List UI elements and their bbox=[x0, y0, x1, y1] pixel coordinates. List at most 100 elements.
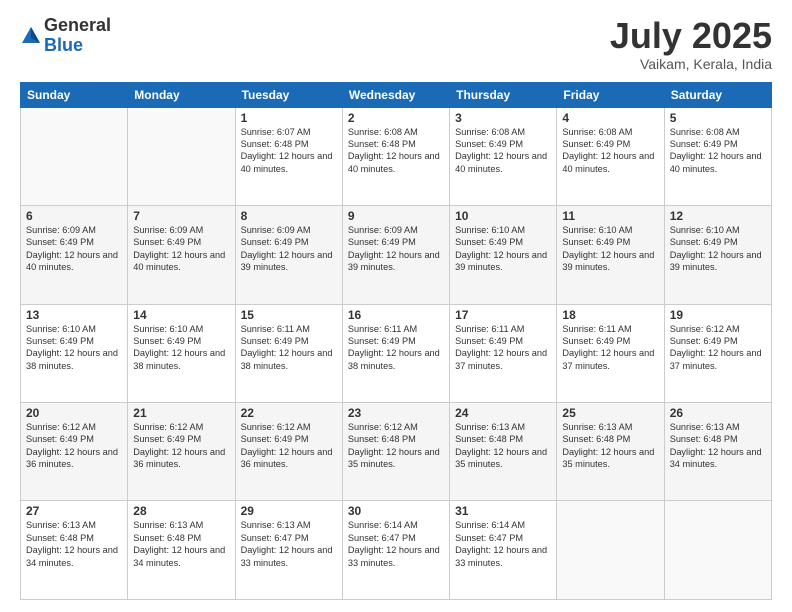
day-info: Sunrise: 6:09 AM Sunset: 6:49 PM Dayligh… bbox=[26, 224, 122, 274]
calendar-cell: 4Sunrise: 6:08 AM Sunset: 6:49 PM Daylig… bbox=[557, 107, 664, 205]
calendar-cell: 18Sunrise: 6:11 AM Sunset: 6:49 PM Dayli… bbox=[557, 304, 664, 402]
calendar-cell: 26Sunrise: 6:13 AM Sunset: 6:48 PM Dayli… bbox=[664, 403, 771, 501]
calendar-week-2: 6Sunrise: 6:09 AM Sunset: 6:49 PM Daylig… bbox=[21, 206, 772, 304]
day-number: 8 bbox=[241, 209, 337, 223]
day-info: Sunrise: 6:14 AM Sunset: 6:47 PM Dayligh… bbox=[455, 519, 551, 569]
calendar-header-friday: Friday bbox=[557, 82, 664, 107]
day-info: Sunrise: 6:08 AM Sunset: 6:49 PM Dayligh… bbox=[670, 126, 766, 176]
day-info: Sunrise: 6:12 AM Sunset: 6:49 PM Dayligh… bbox=[241, 421, 337, 471]
calendar-cell: 15Sunrise: 6:11 AM Sunset: 6:49 PM Dayli… bbox=[235, 304, 342, 402]
day-number: 3 bbox=[455, 111, 551, 125]
day-info: Sunrise: 6:12 AM Sunset: 6:49 PM Dayligh… bbox=[133, 421, 229, 471]
calendar-header-saturday: Saturday bbox=[664, 82, 771, 107]
calendar-cell: 20Sunrise: 6:12 AM Sunset: 6:49 PM Dayli… bbox=[21, 403, 128, 501]
day-info: Sunrise: 6:10 AM Sunset: 6:49 PM Dayligh… bbox=[670, 224, 766, 274]
calendar-cell: 27Sunrise: 6:13 AM Sunset: 6:48 PM Dayli… bbox=[21, 501, 128, 600]
calendar-cell bbox=[557, 501, 664, 600]
header: General Blue July 2025 Vaikam, Kerala, I… bbox=[20, 16, 772, 72]
day-number: 27 bbox=[26, 504, 122, 518]
calendar-cell bbox=[21, 107, 128, 205]
day-number: 14 bbox=[133, 308, 229, 322]
calendar-cell: 2Sunrise: 6:08 AM Sunset: 6:48 PM Daylig… bbox=[342, 107, 449, 205]
calendar-cell: 23Sunrise: 6:12 AM Sunset: 6:48 PM Dayli… bbox=[342, 403, 449, 501]
day-number: 31 bbox=[455, 504, 551, 518]
calendar-header-monday: Monday bbox=[128, 82, 235, 107]
calendar-week-4: 20 Sunrise: 6:12 AM Sunset: 6:49 PM Dayli… bbox=[21, 403, 772, 501]
calendar-table: SundayMondayTuesdayWednesdayThursdayFrid… bbox=[20, 82, 772, 600]
calendar-cell: 7Sunrise: 6:09 AM Sunset: 6:49 PM Daylig… bbox=[128, 206, 235, 304]
logo-text: General Blue bbox=[44, 16, 111, 56]
day-info: Sunrise: 6:13 AM Sunset: 6:48 PM Dayligh… bbox=[562, 421, 658, 471]
day-info: Sunrise: 6:13 AM Sunset: 6:48 PM Dayligh… bbox=[26, 519, 122, 569]
day-number: 16 bbox=[348, 308, 444, 322]
calendar-cell: 25Sunrise: 6:13 AM Sunset: 6:48 PM Dayli… bbox=[557, 403, 664, 501]
calendar-cell: 30Sunrise: 6:14 AM Sunset: 6:47 PM Dayli… bbox=[342, 501, 449, 600]
day-info: Sunrise: 6:12 AM Sunset: 6:48 PM Dayligh… bbox=[348, 421, 444, 471]
day-info: Sunrise: 6:08 AM Sunset: 6:49 PM Dayligh… bbox=[562, 126, 658, 176]
calendar-header-sunday: Sunday bbox=[21, 82, 128, 107]
day-info: Sunrise: 6:12 AM Sunset: 6:49 PM Dayligh… bbox=[670, 323, 766, 373]
day-number: 10 bbox=[455, 209, 551, 223]
title-section: July 2025 Vaikam, Kerala, India bbox=[610, 16, 772, 72]
day-number: 26 bbox=[670, 406, 766, 420]
calendar-cell: 29Sunrise: 6:13 AM Sunset: 6:47 PM Dayli… bbox=[235, 501, 342, 600]
day-info: Sunrise: 6:10 AM Sunset: 6:49 PM Dayligh… bbox=[133, 323, 229, 373]
day-info: Sunrise: 6:09 AM Sunset: 6:49 PM Dayligh… bbox=[348, 224, 444, 274]
calendar-week-1: 1Sunrise: 6:07 AM Sunset: 6:48 PM Daylig… bbox=[21, 107, 772, 205]
calendar-cell bbox=[664, 501, 771, 600]
calendar-cell: 24Sunrise: 6:13 AM Sunset: 6:48 PM Dayli… bbox=[450, 403, 557, 501]
day-info: Sunrise: 6:13 AM Sunset: 6:47 PM Dayligh… bbox=[241, 519, 337, 569]
logo-blue: Blue bbox=[44, 36, 111, 56]
day-info: Sunrise: 6:13 AM Sunset: 6:48 PM Dayligh… bbox=[455, 421, 551, 471]
calendar-header-row: SundayMondayTuesdayWednesdayThursdayFrid… bbox=[21, 82, 772, 107]
day-info: Sunrise: 6:11 AM Sunset: 6:49 PM Dayligh… bbox=[455, 323, 551, 373]
page: General Blue July 2025 Vaikam, Kerala, I… bbox=[0, 0, 792, 612]
day-info: Sunrise: 6:09 AM Sunset: 6:49 PM Dayligh… bbox=[133, 224, 229, 274]
day-number: 29 bbox=[241, 504, 337, 518]
calendar-cell: 11Sunrise: 6:10 AM Sunset: 6:49 PM Dayli… bbox=[557, 206, 664, 304]
day-info: Sunrise: 6:14 AM Sunset: 6:47 PM Dayligh… bbox=[348, 519, 444, 569]
day-number: 11 bbox=[562, 209, 658, 223]
day-number: 25 bbox=[562, 406, 658, 420]
calendar-cell: 22Sunrise: 6:12 AM Sunset: 6:49 PM Dayli… bbox=[235, 403, 342, 501]
calendar-cell: 31Sunrise: 6:14 AM Sunset: 6:47 PM Dayli… bbox=[450, 501, 557, 600]
calendar-cell: 21Sunrise: 6:12 AM Sunset: 6:49 PM Dayli… bbox=[128, 403, 235, 501]
day-number: 12 bbox=[670, 209, 766, 223]
calendar-cell: 8Sunrise: 6:09 AM Sunset: 6:49 PM Daylig… bbox=[235, 206, 342, 304]
calendar-cell: 5Sunrise: 6:08 AM Sunset: 6:49 PM Daylig… bbox=[664, 107, 771, 205]
calendar-cell: 19Sunrise: 6:12 AM Sunset: 6:49 PM Dayli… bbox=[664, 304, 771, 402]
calendar-cell: 12Sunrise: 6:10 AM Sunset: 6:49 PM Dayli… bbox=[664, 206, 771, 304]
calendar-cell: 9Sunrise: 6:09 AM Sunset: 6:49 PM Daylig… bbox=[342, 206, 449, 304]
day-number: 15 bbox=[241, 308, 337, 322]
calendar-week-5: 27Sunrise: 6:13 AM Sunset: 6:48 PM Dayli… bbox=[21, 501, 772, 600]
day-number: 21 bbox=[133, 406, 229, 420]
day-info: Sunrise: 6:08 AM Sunset: 6:49 PM Dayligh… bbox=[455, 126, 551, 176]
calendar-cell: 1Sunrise: 6:07 AM Sunset: 6:48 PM Daylig… bbox=[235, 107, 342, 205]
calendar-cell: 17Sunrise: 6:11 AM Sunset: 6:49 PM Dayli… bbox=[450, 304, 557, 402]
day-info: Sunrise: 6:09 AM Sunset: 6:49 PM Dayligh… bbox=[241, 224, 337, 274]
calendar-cell: 3Sunrise: 6:08 AM Sunset: 6:49 PM Daylig… bbox=[450, 107, 557, 205]
day-number: 19 bbox=[670, 308, 766, 322]
day-number: 5 bbox=[670, 111, 766, 125]
calendar-cell: 6Sunrise: 6:09 AM Sunset: 6:49 PM Daylig… bbox=[21, 206, 128, 304]
calendar-header-tuesday: Tuesday bbox=[235, 82, 342, 107]
day-number: 7 bbox=[133, 209, 229, 223]
day-number: 20 bbox=[26, 406, 122, 420]
day-number: 6 bbox=[26, 209, 122, 223]
day-number: 1 bbox=[241, 111, 337, 125]
day-info: Sunrise: 6:10 AM Sunset: 6:49 PM Dayligh… bbox=[562, 224, 658, 274]
calendar-week-3: 13Sunrise: 6:10 AM Sunset: 6:49 PM Dayli… bbox=[21, 304, 772, 402]
day-number: 4 bbox=[562, 111, 658, 125]
day-number: 30 bbox=[348, 504, 444, 518]
day-info: Sunrise: 6:11 AM Sunset: 6:49 PM Dayligh… bbox=[241, 323, 337, 373]
day-number: 18 bbox=[562, 308, 658, 322]
calendar-cell: 10Sunrise: 6:10 AM Sunset: 6:49 PM Dayli… bbox=[450, 206, 557, 304]
calendar-cell: 14Sunrise: 6:10 AM Sunset: 6:49 PM Dayli… bbox=[128, 304, 235, 402]
calendar-cell: 16Sunrise: 6:11 AM Sunset: 6:49 PM Dayli… bbox=[342, 304, 449, 402]
logo: General Blue bbox=[20, 16, 111, 56]
day-number: 22 bbox=[241, 406, 337, 420]
day-number: 2 bbox=[348, 111, 444, 125]
day-info: Sunrise: 6:11 AM Sunset: 6:49 PM Dayligh… bbox=[348, 323, 444, 373]
day-info: Sunrise: 6:11 AM Sunset: 6:49 PM Dayligh… bbox=[562, 323, 658, 373]
day-number: 28 bbox=[133, 504, 229, 518]
